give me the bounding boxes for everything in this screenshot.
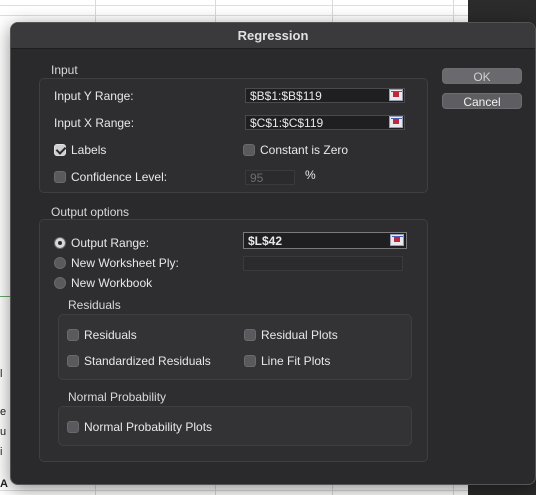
grid-row-line bbox=[0, 490, 536, 491]
line-fit-plots-checkbox[interactable] bbox=[244, 355, 256, 367]
new-worksheet-ply-radio[interactable] bbox=[54, 257, 66, 269]
grid-row-line bbox=[0, 5, 536, 6]
output-range-field[interactable] bbox=[243, 232, 407, 249]
new-workbook-radio[interactable] bbox=[54, 277, 66, 289]
new-worksheet-ply-label: New Worksheet Ply: bbox=[71, 256, 179, 270]
grid-row-line bbox=[0, 15, 536, 16]
standardized-residuals-label: Standardized Residuals bbox=[84, 354, 211, 368]
labels-checkbox[interactable] bbox=[54, 144, 66, 156]
standardized-residuals-checkbox[interactable] bbox=[67, 355, 79, 367]
input-y-range-field[interactable] bbox=[245, 88, 405, 103]
output-range-label: Output Range: bbox=[71, 236, 150, 250]
residuals-checkbox[interactable] bbox=[67, 329, 79, 341]
constant-zero-checkbox[interactable] bbox=[243, 144, 255, 156]
output-group: Output Range: New Worksheet Ply: New Wor… bbox=[39, 219, 428, 462]
normal-probability-group-label: Normal Probability bbox=[68, 390, 167, 404]
range-picker-icon[interactable] bbox=[390, 234, 404, 246]
normal-probability-plots-checkbox[interactable] bbox=[67, 421, 79, 433]
range-picker-icon[interactable] bbox=[389, 89, 403, 101]
new-workbook-label: New Workbook bbox=[71, 276, 153, 290]
output-section-label: Output options bbox=[51, 205, 130, 219]
output-range-radio[interactable] bbox=[54, 237, 66, 249]
residuals-group-label: Residuals bbox=[68, 298, 121, 312]
input-y-range-label: Input Y Range: bbox=[54, 89, 134, 103]
confidence-level-label: Confidence Level: bbox=[71, 170, 168, 184]
labels-label: Labels bbox=[71, 143, 107, 157]
residuals-label: Residuals bbox=[84, 328, 137, 342]
confidence-percent-label: % bbox=[305, 168, 316, 182]
input-x-range-field[interactable] bbox=[245, 115, 405, 130]
input-x-range-label: Input X Range: bbox=[54, 116, 135, 130]
residuals-group: Residuals Residual Plots Standardized Re… bbox=[58, 314, 412, 380]
confidence-level-field[interactable] bbox=[245, 170, 295, 185]
input-section-label: Input bbox=[51, 63, 78, 77]
range-picker-icon[interactable] bbox=[389, 116, 403, 128]
input-group: Input Y Range: Input X Range: Labels Con… bbox=[39, 78, 428, 193]
new-worksheet-ply-field[interactable] bbox=[243, 256, 403, 271]
normal-probability-plots-label: Normal Probability Plots bbox=[84, 420, 213, 434]
constant-zero-label: Constant is Zero bbox=[260, 143, 349, 157]
dialog-title: Regression bbox=[11, 23, 535, 49]
normal-probability-group: Normal Probability Plots bbox=[58, 406, 412, 446]
ok-button[interactable]: OK bbox=[442, 68, 522, 84]
residual-plots-label: Residual Plots bbox=[261, 328, 338, 342]
regression-dialog: Regression OK Cancel Input Input Y Range… bbox=[10, 22, 536, 485]
residual-plots-checkbox[interactable] bbox=[244, 329, 256, 341]
line-fit-plots-label: Line Fit Plots bbox=[261, 354, 331, 368]
cancel-button[interactable]: Cancel bbox=[442, 93, 522, 109]
confidence-level-checkbox[interactable] bbox=[54, 171, 66, 183]
